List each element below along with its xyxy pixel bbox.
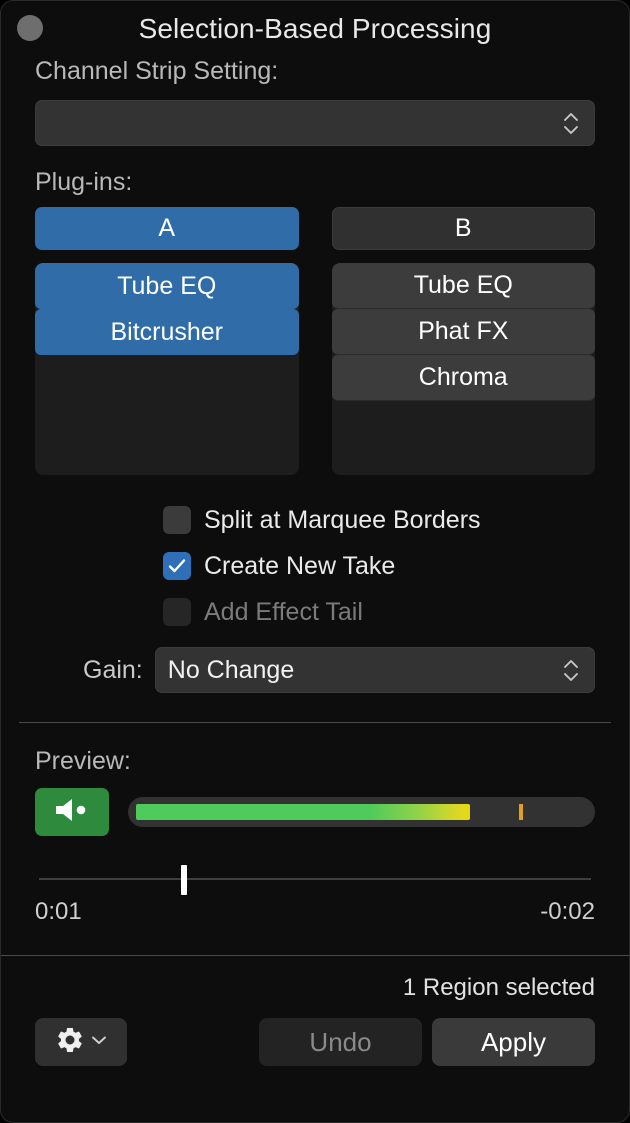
settings-menu-button[interactable] bbox=[35, 1018, 127, 1066]
plugin-list-a[interactable]: Tube EQ Bitcrusher bbox=[35, 263, 299, 475]
apply-button[interactable]: Apply bbox=[432, 1018, 595, 1066]
playback-scrubber[interactable] bbox=[35, 862, 595, 896]
checkbox-checked-icon[interactable] bbox=[163, 552, 191, 580]
plugin-slot-button-b[interactable]: B bbox=[331, 207, 595, 250]
option-label: Create New Take bbox=[204, 551, 396, 580]
selection-based-processing-window: Selection-Based Processing Channel Strip… bbox=[0, 0, 630, 1123]
channel-strip-setting-label: Channel Strip Setting: bbox=[35, 57, 279, 85]
status-text: 1 Region selected bbox=[402, 974, 595, 1001]
preview-row bbox=[35, 788, 595, 836]
time-row: 0:01 -0:02 bbox=[35, 898, 595, 926]
gain-popup[interactable]: No Change bbox=[154, 647, 595, 693]
gear-icon bbox=[55, 1025, 85, 1060]
plugin-list-b[interactable]: Tube EQ Phat FX Chroma bbox=[331, 263, 595, 475]
list-item[interactable]: Chroma bbox=[331, 355, 595, 401]
window-titlebar: Selection-Based Processing bbox=[1, 1, 629, 57]
plugin-column-a: A Tube EQ Bitcrusher bbox=[35, 207, 299, 475]
plugins-columns: A Tube EQ Bitcrusher B Tube EQ Phat FX C… bbox=[35, 207, 595, 475]
chevron-updown-icon[interactable] bbox=[560, 653, 582, 687]
window-title: Selection-Based Processing bbox=[138, 13, 492, 44]
list-item[interactable]: Bitcrusher bbox=[35, 309, 299, 355]
level-meter-peak bbox=[519, 804, 524, 820]
preview-play-button[interactable] bbox=[35, 788, 109, 836]
option-label: Split at Marquee Borders bbox=[204, 505, 481, 534]
plugins-label: Plug-ins: bbox=[35, 168, 133, 196]
level-meter-fill bbox=[136, 804, 470, 820]
option-create-new-take[interactable]: Create New Take bbox=[163, 543, 595, 589]
footer: 1 Region selected Undo Apply bbox=[1, 974, 629, 1066]
chevron-down-icon bbox=[90, 1033, 108, 1051]
scrubber-playhead[interactable] bbox=[180, 865, 187, 895]
footer-divider bbox=[1, 955, 629, 956]
gain-row: Gain: No Change bbox=[35, 647, 595, 693]
level-meter bbox=[128, 797, 595, 827]
remaining-time: -0:02 bbox=[540, 898, 595, 925]
list-item[interactable]: Phat FX bbox=[331, 309, 595, 355]
speaker-icon bbox=[52, 796, 92, 829]
section-divider bbox=[19, 722, 611, 723]
list-item[interactable]: Tube EQ bbox=[331, 263, 595, 309]
close-button[interactable] bbox=[17, 15, 43, 41]
gain-value: No Change bbox=[167, 655, 295, 684]
chevron-updown-icon[interactable] bbox=[560, 106, 582, 140]
plugin-slot-button-a[interactable]: A bbox=[35, 207, 299, 250]
list-item[interactable]: Tube EQ bbox=[35, 263, 299, 309]
elapsed-time: 0:01 bbox=[35, 898, 82, 925]
option-add-effect-tail: Add Effect Tail bbox=[163, 589, 595, 635]
option-split-at-marquee-borders[interactable]: Split at Marquee Borders bbox=[163, 497, 595, 543]
checkbox-unchecked-icon[interactable] bbox=[163, 506, 191, 534]
options-group: Split at Marquee Borders Create New Take… bbox=[35, 497, 595, 635]
plugin-column-b: B Tube EQ Phat FX Chroma bbox=[331, 207, 595, 475]
checkbox-disabled-icon bbox=[163, 598, 191, 626]
channel-strip-setting-popup[interactable] bbox=[35, 100, 595, 146]
scrubber-track[interactable] bbox=[39, 878, 591, 880]
preview-label: Preview: bbox=[35, 747, 131, 775]
gain-label: Gain: bbox=[83, 655, 143, 684]
undo-button[interactable]: Undo bbox=[259, 1018, 422, 1066]
option-label: Add Effect Tail bbox=[204, 597, 363, 626]
